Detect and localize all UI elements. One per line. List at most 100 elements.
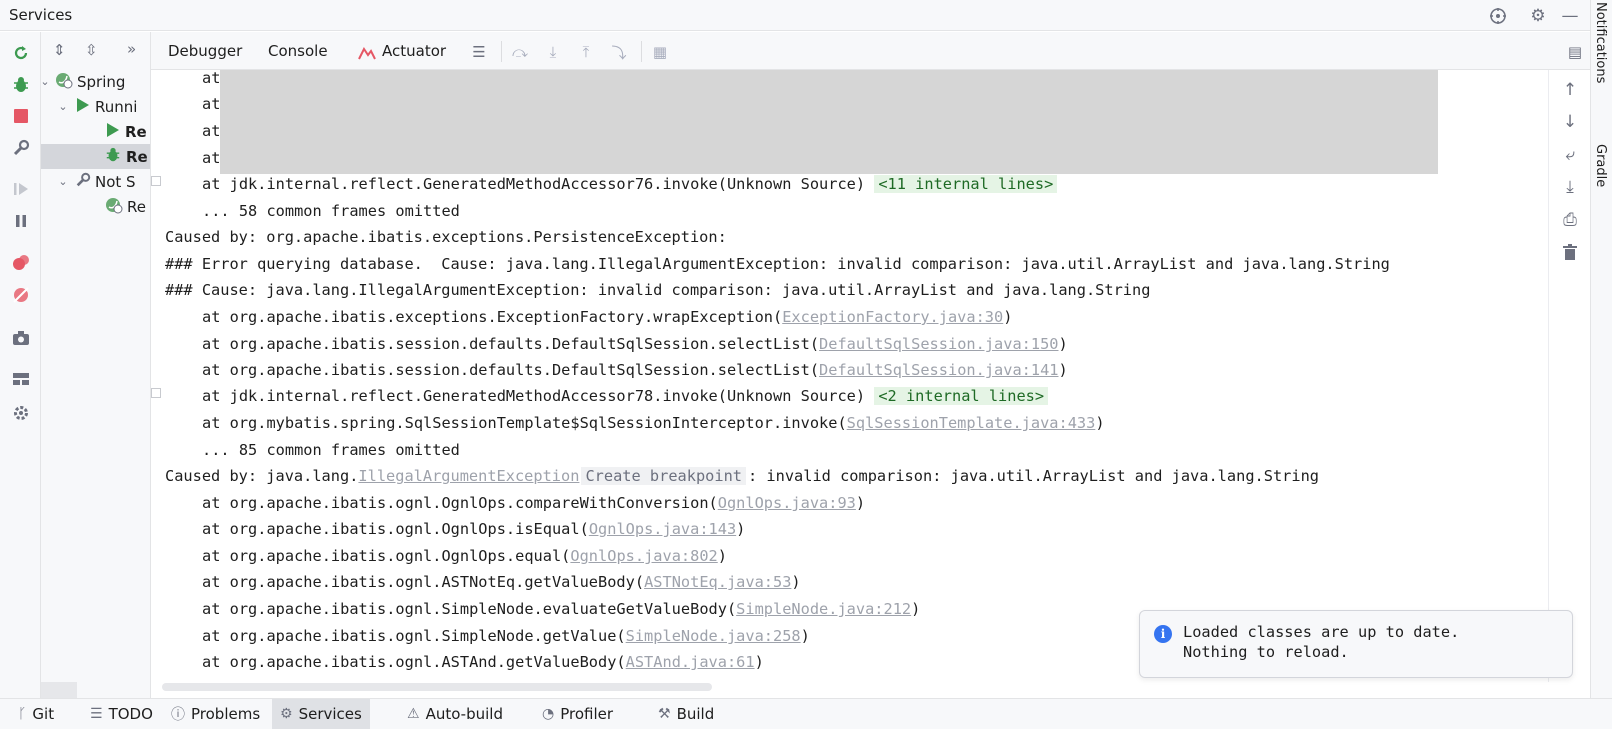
debug-icon xyxy=(105,147,121,167)
bottom-tab-todo[interactable]: ☰ TODO xyxy=(82,699,161,729)
tree-node-debug-app[interactable]: Re xyxy=(41,144,150,169)
console-line: at xyxy=(202,149,221,167)
expand-all-icon[interactable]: ⇕ xyxy=(53,41,66,59)
folded-lines[interactable]: <11 internal lines> xyxy=(874,175,1058,193)
run-icon xyxy=(107,122,119,141)
console-line: ... 58 common frames omitted xyxy=(202,202,460,220)
view-breakpoints-icon[interactable] xyxy=(11,253,31,273)
spring-boot-icon xyxy=(105,196,123,218)
bottom-tab-auto-build[interactable]: ⚠ Auto-build xyxy=(399,699,511,729)
tree-node-label: Not S xyxy=(95,172,136,191)
source-link[interactable]: SimpleNode.java:212 xyxy=(736,600,911,618)
debug-rerun-icon[interactable] xyxy=(11,75,31,95)
crosshair-icon[interactable] xyxy=(1488,6,1508,26)
layout-settings-icon[interactable]: ▤ xyxy=(1565,42,1585,62)
bottom-tab-services[interactable]: ⚙ Services xyxy=(272,699,370,729)
info-icon: i xyxy=(1154,625,1172,643)
gear-icon[interactable]: ⚙ xyxy=(1528,6,1548,26)
source-link[interactable]: OgnlOps.java:93 xyxy=(718,494,856,512)
profiler-icon: ◔ xyxy=(542,706,555,722)
console-line: Caused by: java.lang.IllegalArgumentExce… xyxy=(165,467,1319,485)
tree-node-stopped-app[interactable]: Re xyxy=(41,194,150,219)
step-over-icon[interactable]: ⤼ xyxy=(510,42,530,62)
console-line: at xyxy=(202,70,221,87)
horizontal-scrollbar[interactable] xyxy=(162,683,712,691)
tree-node-label: Re xyxy=(127,197,146,216)
tab-console[interactable]: Console xyxy=(268,42,328,60)
stop-icon[interactable] xyxy=(11,106,31,126)
bottom-tab-git[interactable]: ᚴ Git xyxy=(10,699,62,729)
tree-node-not-started[interactable]: ⌄ Not S xyxy=(41,169,150,194)
evaluate-table-icon[interactable]: ▦ xyxy=(650,42,670,62)
console-line: at jdk.internal.reflect.GeneratedMethodA… xyxy=(165,171,1058,198)
run-to-cursor-icon[interactable]: ⤵ xyxy=(609,42,629,62)
redacted-region xyxy=(220,70,1438,174)
source-link[interactable]: OgnlOps.java:802 xyxy=(570,547,717,565)
source-link[interactable]: OgnlOps.java:143 xyxy=(589,520,736,538)
folded-lines[interactable]: <2 internal lines> xyxy=(874,387,1049,405)
window-title: Services xyxy=(9,6,73,24)
fold-toggle[interactable] xyxy=(151,176,161,186)
hammer-icon: ⚒ xyxy=(658,706,671,722)
tree-node-spring[interactable]: ⌄ Spring xyxy=(41,69,150,94)
rerun-icon[interactable] xyxy=(11,43,31,63)
step-out-icon[interactable]: ⤒ xyxy=(576,42,596,62)
services-icon: ⚙ xyxy=(280,706,293,722)
resume-icon[interactable] xyxy=(11,179,31,199)
chevron-down-icon: ⌄ xyxy=(41,75,50,88)
console-line: at org.apache.ibatis.session.defaults.De… xyxy=(202,335,1068,353)
console-output[interactable]: at at at at at jdk.internal.reflect.Gene… xyxy=(151,70,1548,682)
more-chevron-icon[interactable]: » xyxy=(127,40,136,58)
bottom-tab-build[interactable]: ⚒ Build xyxy=(650,699,722,729)
gradle-tab[interactable]: Gradle xyxy=(1593,144,1608,187)
source-link[interactable]: DefaultSqlSession.java:150 xyxy=(819,335,1058,353)
notification-popup[interactable]: i Loaded classes are up to date. Nothing… xyxy=(1139,610,1573,678)
collapse-all-icon[interactable]: ⇳ xyxy=(85,41,98,59)
source-link[interactable]: DefaultSqlSession.java:141 xyxy=(819,361,1058,379)
bottom-tab-profiler[interactable]: ◔ Profiler xyxy=(534,699,621,729)
console-line: ### Error querying database. Cause: java… xyxy=(165,255,1390,273)
soft-wrap-icon[interactable]: ⤶ xyxy=(1560,145,1580,165)
run-icon xyxy=(77,97,89,116)
tree-node-label: Runni xyxy=(95,97,138,116)
mute-breakpoints-icon[interactable] xyxy=(11,285,31,305)
source-link[interactable]: ExceptionFactory.java:30 xyxy=(782,308,1003,326)
toolbar-separator xyxy=(641,41,642,62)
console-line: at org.mybatis.spring.SqlSessionTemplate… xyxy=(202,414,1105,432)
fold-toggle[interactable] xyxy=(151,388,161,398)
notifications-tab[interactable]: Notifications xyxy=(1593,2,1608,83)
notification-line: Nothing to reload. xyxy=(1183,643,1349,661)
scroll-to-end-icon[interactable]: ⤓ xyxy=(1560,177,1580,197)
tree-scrollbar[interactable] xyxy=(41,682,77,698)
menu-lines-icon[interactable]: ☰ xyxy=(469,42,489,62)
source-link[interactable]: SqlSessionTemplate.java:433 xyxy=(847,414,1096,432)
console-line: at org.apache.ibatis.ognl.OgnlOps.isEqua… xyxy=(202,520,746,538)
bottom-tab-problems[interactable]: ⓘ Problems xyxy=(163,699,268,729)
settings-icon[interactable] xyxy=(11,403,31,423)
source-link[interactable]: ASTNotEq.java:53 xyxy=(644,573,791,591)
layout-icon[interactable] xyxy=(11,369,31,389)
wrench-icon[interactable] xyxy=(11,138,31,158)
chevron-down-icon: ⌄ xyxy=(58,175,68,188)
source-link[interactable]: SimpleNode.java:258 xyxy=(626,627,801,645)
console-line: at org.apache.ibatis.ognl.SimpleNode.eva… xyxy=(202,600,921,618)
console-line: at org.apache.ibatis.exceptions.Exceptio… xyxy=(202,308,1013,326)
problems-icon: ⓘ xyxy=(171,707,185,723)
step-into-icon[interactable]: ⤓ xyxy=(543,42,563,62)
services-action-bar xyxy=(0,32,41,698)
camera-icon[interactable] xyxy=(11,328,31,348)
tree-node-running-app[interactable]: Re xyxy=(41,119,150,144)
exception-link[interactable]: IllegalArgumentException xyxy=(358,467,579,485)
trash-icon[interactable] xyxy=(1560,242,1580,262)
tab-actuator[interactable]: Actuator xyxy=(382,42,446,60)
source-link[interactable]: ASTAnd.java:61 xyxy=(626,653,755,671)
console-line: at jdk.internal.reflect.GeneratedMethodA… xyxy=(165,383,1049,410)
arrow-down-icon[interactable]: ↓ xyxy=(1560,112,1580,132)
tab-debugger[interactable]: Debugger xyxy=(168,42,242,60)
minimize-icon[interactable]: — xyxy=(1560,6,1580,26)
create-breakpoint-button[interactable]: Create breakpoint xyxy=(581,467,746,485)
arrow-up-icon[interactable]: ↑ xyxy=(1560,80,1580,100)
print-icon[interactable]: ⎙ xyxy=(1560,210,1580,230)
tree-node-running[interactable]: ⌄ Runni xyxy=(41,94,150,119)
pause-icon[interactable] xyxy=(11,211,31,231)
